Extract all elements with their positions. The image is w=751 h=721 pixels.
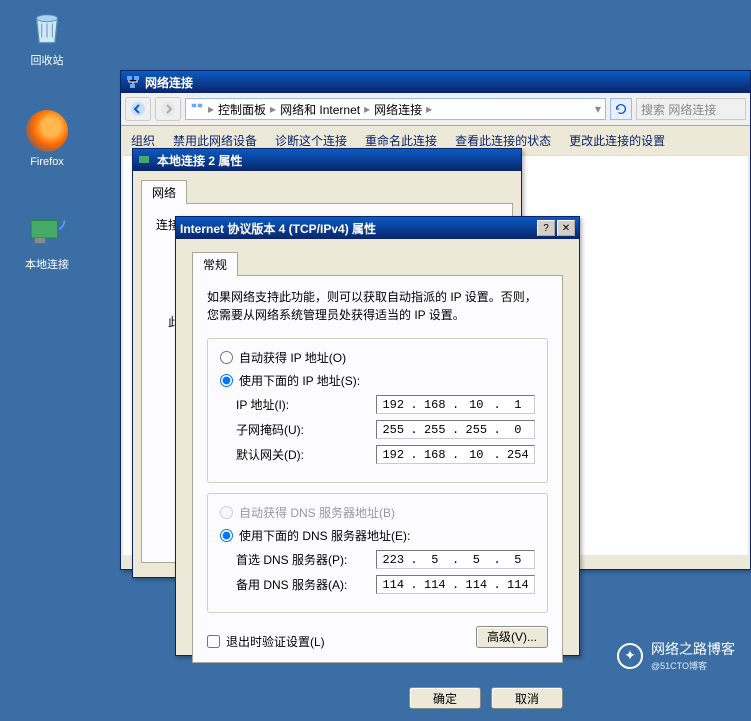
dropdown-arrow-icon[interactable]: ▾ [595, 102, 601, 116]
window-title: 本地连接 2 属性 [157, 152, 517, 169]
watermark: ✦ 网络之路博客 @51CTO博客 [617, 639, 735, 672]
radio-label: 使用下面的 DNS 服务器地址(E): [239, 527, 410, 544]
gateway-label: 默认网关(D): [236, 446, 376, 463]
description-text: 如果网络支持此功能，则可以获取自动指派的 IP 设置。否则，您需要从网络系统管理… [207, 288, 548, 324]
menu-rename[interactable]: 重命名此连接 [365, 132, 437, 149]
adapter-icon [137, 152, 153, 168]
help-button[interactable]: ? [537, 220, 555, 236]
close-icon: ✕ [562, 223, 570, 234]
breadcrumb-item[interactable]: 网络和 Internet [280, 101, 360, 118]
arrow-right-icon [160, 101, 176, 117]
tab-general[interactable]: 常规 [192, 252, 238, 276]
firefox-icon [26, 110, 68, 152]
titlebar[interactable]: Internet 协议版本 4 (TCP/IPv4) 属性 ? ✕ [176, 217, 579, 239]
arrow-left-icon [130, 101, 146, 117]
advanced-button[interactable]: 高级(V)... [476, 626, 548, 648]
desktop-icon-recycle-bin[interactable]: 回收站 [12, 6, 82, 68]
dns2-input[interactable]: 114. 114. 114. 114 [376, 575, 535, 594]
ipv4-properties-window: Internet 协议版本 4 (TCP/IPv4) 属性 ? ✕ 常规 如果网… [175, 216, 580, 656]
close-button[interactable]: ✕ [557, 220, 575, 236]
watermark-sub: @51CTO博客 [651, 659, 735, 672]
cancel-button[interactable]: 取消 [491, 687, 563, 709]
network-icon [125, 74, 141, 90]
refresh-button[interactable] [610, 98, 632, 120]
radio-manual-dns-row[interactable]: 使用下面的 DNS 服务器地址(E): [220, 527, 535, 544]
ip-address-input[interactable]: 192. 168. 10. 1 [376, 395, 535, 414]
forward-button[interactable] [155, 97, 181, 121]
watermark-name: 网络之路博客 [651, 639, 735, 659]
back-button[interactable] [125, 97, 151, 121]
window-title: 网络连接 [145, 74, 746, 91]
ok-button[interactable]: 确定 [409, 687, 481, 709]
titlebar[interactable]: 本地连接 2 属性 [133, 149, 521, 171]
breadcrumb-item[interactable]: 控制面板 [218, 101, 266, 118]
dns2-label: 备用 DNS 服务器(A): [236, 576, 376, 593]
dns-group: 自动获得 DNS 服务器地址(B) 使用下面的 DNS 服务器地址(E): 首选… [207, 493, 548, 613]
radio-manual-ip[interactable] [220, 374, 233, 387]
radio-auto-dns-row: 自动获得 DNS 服务器地址(B) [220, 504, 535, 521]
radio-label: 自动获得 IP 地址(O) [239, 349, 346, 366]
subnet-label: 子网掩码(U): [236, 421, 376, 438]
checkbox-label: 退出时验证设置(L) [226, 633, 325, 650]
menu-organize[interactable]: 组织 [131, 132, 155, 149]
menu-disable[interactable]: 禁用此网络设备 [173, 132, 257, 149]
radio-auto-ip-row[interactable]: 自动获得 IP 地址(O) [220, 349, 535, 366]
search-placeholder: 搜索 网络连接 [641, 101, 716, 118]
radio-auto-dns [220, 506, 233, 519]
tab-network[interactable]: 网络 [141, 180, 187, 204]
titlebar[interactable]: 网络连接 [121, 71, 750, 93]
toolbar: ▸ 控制面板 ▸ 网络和 Internet ▸ 网络连接 ▸ ▾ 搜索 网络连接 [121, 93, 750, 126]
desktop-icon-local-connection[interactable]: 本地连接 [12, 210, 82, 272]
window-title: Internet 协议版本 4 (TCP/IPv4) 属性 [180, 220, 537, 237]
menu-change-settings[interactable]: 更改此连接的设置 [569, 132, 665, 149]
ip-label: IP 地址(I): [236, 396, 376, 413]
search-input[interactable]: 搜索 网络连接 [636, 98, 746, 120]
radio-label: 使用下面的 IP 地址(S): [239, 372, 360, 389]
radio-manual-dns[interactable] [220, 529, 233, 542]
desktop-icon-firefox[interactable]: Firefox [12, 110, 82, 168]
breadcrumb-item[interactable]: 网络连接 [374, 101, 422, 118]
ip-address-group: 自动获得 IP 地址(O) 使用下面的 IP 地址(S): IP 地址(I): … [207, 338, 548, 483]
radio-manual-ip-row[interactable]: 使用下面的 IP 地址(S): [220, 372, 535, 389]
validate-on-exit-checkbox[interactable] [207, 635, 220, 648]
desktop-icon-label: 本地连接 [12, 256, 82, 272]
menu-view-status[interactable]: 查看此连接的状态 [455, 132, 551, 149]
network-adapter-icon [26, 210, 68, 252]
wechat-icon: ✦ [617, 643, 643, 669]
address-bar[interactable]: ▸ 控制面板 ▸ 网络和 Internet ▸ 网络连接 ▸ ▾ [185, 98, 606, 120]
subnet-mask-input[interactable]: 255. 255. 255. 0 [376, 420, 535, 439]
dns1-label: 首选 DNS 服务器(P): [236, 551, 376, 568]
refresh-icon [614, 102, 628, 116]
question-icon: ? [543, 223, 549, 234]
dns1-input[interactable]: 223. 5. 5. 5 [376, 550, 535, 569]
gateway-input[interactable]: 192. 168. 10. 254 [376, 445, 535, 464]
desktop-icon-label: Firefox [12, 156, 82, 168]
menu-diagnose[interactable]: 诊断这个连接 [275, 132, 347, 149]
radio-auto-ip[interactable] [220, 351, 233, 364]
radio-label: 自动获得 DNS 服务器地址(B) [239, 504, 395, 521]
desktop-icon-label: 回收站 [12, 52, 82, 68]
recycle-bin-icon [26, 6, 68, 48]
validate-on-exit-row[interactable]: 退出时验证设置(L) [207, 633, 325, 650]
network-icon [190, 102, 204, 116]
